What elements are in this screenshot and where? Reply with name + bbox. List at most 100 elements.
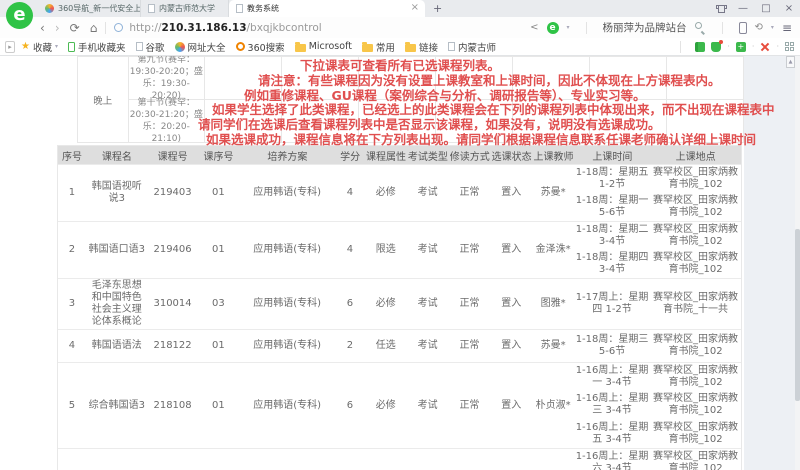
favicon-page-icon — [148, 4, 155, 13]
search-icon[interactable] — [695, 22, 706, 33]
new-tab-button[interactable]: + — [425, 0, 450, 17]
maximize-button[interactable]: □ — [759, 0, 773, 17]
course-attr: 必修 — [365, 363, 407, 448]
share-icon[interactable]: < — [530, 22, 538, 33]
select-status: 置入 — [490, 279, 532, 329]
tabs: 360导航_新一代安全上网导航 内蒙古师范大学 教务系统 × + — [38, 0, 450, 17]
credit: 6 — [335, 279, 365, 329]
folder-icon — [295, 44, 306, 52]
program: 应用韩语(专科) — [239, 449, 335, 470]
column-header: 考试类型 — [407, 148, 449, 163]
select-status: 置入 — [490, 330, 532, 362]
bookmark-favorites[interactable]: ★ 收藏 ▾ — [21, 40, 58, 54]
bookmark-folder-links[interactable]: 链接 — [405, 40, 438, 54]
study-mode: 正常 — [449, 330, 491, 362]
phone-sync-icon[interactable] — [739, 22, 747, 34]
extension-icons: · +· · — [672, 41, 794, 53]
chevron-down-icon: ▾ — [55, 43, 58, 50]
class-time: 1-18周：星期一 5-6节 — [574, 193, 650, 221]
row-index: 2 — [58, 222, 86, 278]
select-status: 置入 — [490, 165, 532, 221]
home-button[interactable]: ⌂ — [90, 21, 98, 35]
row-index: 1 — [58, 165, 86, 221]
class-place: 赛罕校区_田家炳教育书院_102 — [650, 449, 741, 470]
class-place: 赛罕校区_田家炳教育书院_102 — [650, 250, 741, 278]
study-mode: 正常 — [449, 165, 491, 221]
notice-line: 例如重修课程、GU课程（案例综合与分析、调研报告等）、专业实习等。 — [0, 89, 800, 104]
back-button[interactable]: ‹ — [40, 21, 45, 35]
menu-icon[interactable]: ≡ — [782, 21, 792, 35]
site-icon — [114, 23, 123, 32]
study-mode: 正常 — [449, 449, 491, 470]
bookmark-folder-microsoft[interactable]: Microsoft — [295, 41, 352, 52]
apps-grid-icon[interactable] — [785, 42, 794, 51]
history-icon[interactable]: ⟲ — [755, 22, 763, 33]
program: 应用韩语(专科) — [239, 222, 335, 278]
class-place: 赛罕校区_田家炳教育书院_102 — [650, 391, 741, 419]
course-table-body: 1韩国语视听说321940301应用韩语(专科)4必修考试正常置入苏曼*1-18… — [58, 164, 741, 470]
address-bar[interactable]: http://210.31.186.13/bxqjkbcontrol — [114, 22, 530, 34]
table-row: 2韩国语口语321940601应用韩语(专科)4限选考试正常置入金泽洙*1-18… — [58, 221, 741, 278]
skin-icon[interactable] — [716, 4, 727, 13]
toolbar-right: < e ▾ 杨丽萍为品牌站台 ⟲ ▾ ≡ — [530, 20, 792, 35]
teacher: 任建丽* — [532, 449, 574, 470]
bookmark-nmnu[interactable]: 内蒙古师 — [448, 40, 496, 54]
divider — [722, 22, 723, 34]
course-code: 218108 — [148, 363, 198, 448]
tab-close-icon[interactable]: × — [411, 2, 419, 13]
column-header: 课程名 — [86, 148, 148, 163]
row-index: 4 — [58, 330, 86, 362]
shield-extension-icon[interactable] — [711, 42, 721, 52]
sessions: 1-16周上：星期六 3-4节赛罕校区_田家炳教育书院_102 — [574, 449, 741, 470]
search-360-icon — [236, 42, 245, 51]
exam-type: 考试 — [407, 222, 449, 278]
course-seq: 01 — [197, 165, 239, 221]
close-button[interactable]: × — [782, 0, 796, 17]
program: 应用韩语(专科) — [239, 165, 335, 221]
chevron-down-icon[interactable]: ▾ — [771, 24, 774, 31]
column-header: 上课地点 — [650, 148, 741, 163]
program: 应用韩语(专科) — [239, 279, 335, 329]
course-code: 219403 — [148, 165, 198, 221]
column-header: 学分 — [335, 148, 365, 163]
bookmark-360-sites[interactable]: 网址大全 — [175, 40, 226, 54]
exam-type: 考试 — [407, 330, 449, 362]
study-mode: 正常 — [449, 222, 491, 278]
minimize-button[interactable]: — — [736, 0, 750, 17]
program: 应用韩语(专科) — [239, 363, 335, 448]
browser-account-icon[interactable]: e — [547, 22, 559, 34]
notebook-extension-icon[interactable] — [695, 42, 705, 52]
page-icon — [136, 42, 143, 51]
refresh-button[interactable]: ⟳ — [70, 21, 80, 35]
bookmark-google[interactable]: 谷歌 — [136, 40, 165, 54]
scrollbar-thumb[interactable] — [795, 229, 800, 401]
course-name: 综合韩国语3 — [86, 363, 148, 448]
study-mode: 正常 — [449, 363, 491, 448]
bookmark-folder-common[interactable]: 常用 — [362, 40, 395, 54]
forward-button[interactable]: › — [55, 21, 60, 35]
scissors-extension-icon[interactable] — [760, 42, 770, 52]
tab-360-nav[interactable]: 360导航_新一代安全上网导航 — [38, 0, 141, 17]
chevron-down-icon[interactable]: ▾ — [567, 24, 570, 31]
download-extension-icon[interactable]: + — [736, 42, 746, 52]
sessions: 1-18周：星期五 1-2节赛罕校区_田家炳教育书院_1021-18周：星期一 … — [574, 165, 741, 221]
row-index: 3 — [58, 279, 86, 329]
bookmark-phone-favorites[interactable]: 手机收藏夹 — [68, 40, 126, 54]
bookmark-360-search[interactable]: 360搜索 — [236, 40, 285, 54]
course-attr: 必修 — [365, 165, 407, 221]
notice-text: 下拉课表可查看所有已选课程列表。 请注意：有些课程因为没有设置上课教室和上课时间… — [0, 59, 800, 148]
brand-text: 杨丽萍为品牌站台 — [603, 20, 687, 35]
tab-jiaowu-active[interactable]: 教务系统 × — [229, 0, 425, 17]
row-index: 5 — [58, 363, 86, 448]
class-time: 1-16周上：星期六 3-4节 — [574, 449, 650, 470]
course-seq: 01 — [197, 449, 239, 470]
teacher: 苏曼* — [532, 165, 574, 221]
browser-logo-icon[interactable]: e — [6, 2, 33, 29]
sidebar-toggle-icon[interactable]: ▸ — [5, 41, 15, 53]
divider — [680, 41, 681, 53]
course-table: 序号课程名课程号课序号培养方案学分课程属性考试类型修读方式选课状态上课教师上课时… — [57, 145, 742, 470]
course-seq: 01 — [197, 363, 239, 448]
folder-icon — [405, 44, 416, 52]
program: 应用韩语(专科) — [239, 330, 335, 362]
tab-university[interactable]: 内蒙古师范大学 — [141, 0, 229, 17]
